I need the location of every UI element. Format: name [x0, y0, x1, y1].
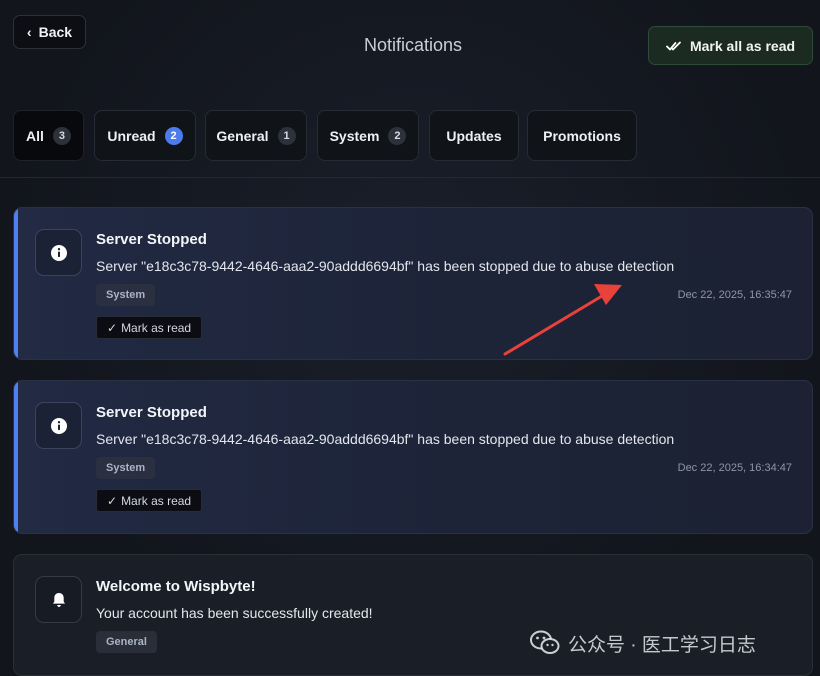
tab-count-badge: 2 — [164, 126, 183, 145]
info-icon — [50, 417, 67, 434]
wechat-icon — [530, 630, 560, 654]
notification-title: Server Stopped — [96, 404, 207, 421]
notification-title: Server Stopped — [96, 231, 207, 248]
tab-label: Unread — [107, 127, 156, 144]
notification-tag: System — [96, 457, 156, 479]
bell-icon — [52, 592, 65, 607]
mark-as-read-button[interactable]: ✓ Mark as read — [96, 489, 203, 512]
notification-card[interactable]: Server Stopped Server "e18c3c78-9442-464… — [13, 380, 813, 534]
notification-message: Server "e18c3c78-9442-4646-aaa2-90addd66… — [96, 431, 675, 447]
info-icon — [50, 244, 67, 261]
check-icon: ✓ — [107, 493, 118, 508]
notification-timestamp: Dec 22, 2025, 16:35:47 — [677, 289, 792, 301]
unread-accent-bar — [14, 381, 18, 533]
tab-general[interactable]: General 1 — [205, 110, 307, 161]
tab-label: Promotions — [543, 127, 621, 144]
watermark: 公众号 · 医工学习日志 — [530, 628, 756, 658]
tab-all[interactable]: All 3 — [13, 110, 84, 161]
header: ‹ Back Notifications Mark all as read — [0, 0, 820, 90]
notification-timestamp: Dec 22, 2025, 16:34:47 — [677, 462, 792, 474]
mark-as-read-button[interactable]: ✓ Mark as read — [96, 316, 203, 339]
tab-updates[interactable]: Updates — [429, 110, 519, 161]
mark-all-as-read-button[interactable]: Mark all as read — [648, 26, 813, 65]
notification-icon-box — [35, 576, 82, 623]
tab-promotions[interactable]: Promotions — [527, 110, 637, 161]
notification-icon-box — [35, 402, 82, 449]
notification-message: Server "e18c3c78-9442-4646-aaa2-90addd66… — [96, 258, 675, 274]
notification-card[interactable]: Server Stopped Server "e18c3c78-9442-464… — [13, 207, 813, 360]
notification-message: Your account has been successfully creat… — [96, 605, 373, 621]
mark-all-label: Mark all as read — [689, 37, 796, 54]
tab-count-badge: 2 — [388, 126, 407, 145]
tab-count-badge: 3 — [52, 126, 71, 145]
notification-icon-box — [35, 229, 82, 276]
notification-tag: General — [96, 631, 157, 653]
unread-accent-bar — [14, 208, 18, 359]
tab-count-badge: 1 — [277, 126, 296, 145]
tab-label: Updates — [446, 127, 502, 144]
mark-as-read-label: Mark as read — [121, 493, 192, 508]
mark-as-read-label: Mark as read — [121, 320, 192, 335]
tab-unread[interactable]: Unread 2 — [94, 110, 196, 161]
tab-label: System — [329, 127, 380, 144]
watermark-text: 公众号 · 医工学习日志 — [568, 634, 756, 656]
notification-tag: System — [96, 284, 156, 306]
notification-title: Welcome to Wispbyte! — [96, 578, 256, 595]
tab-label: All — [26, 127, 44, 144]
double-check-icon — [666, 41, 681, 50]
tab-system[interactable]: System 2 — [317, 110, 419, 161]
check-icon: ✓ — [107, 320, 118, 335]
divider — [0, 177, 820, 178]
tab-label: General — [216, 127, 269, 144]
notifications-page: ‹ Back Notifications Mark all as read Al… — [0, 0, 820, 676]
